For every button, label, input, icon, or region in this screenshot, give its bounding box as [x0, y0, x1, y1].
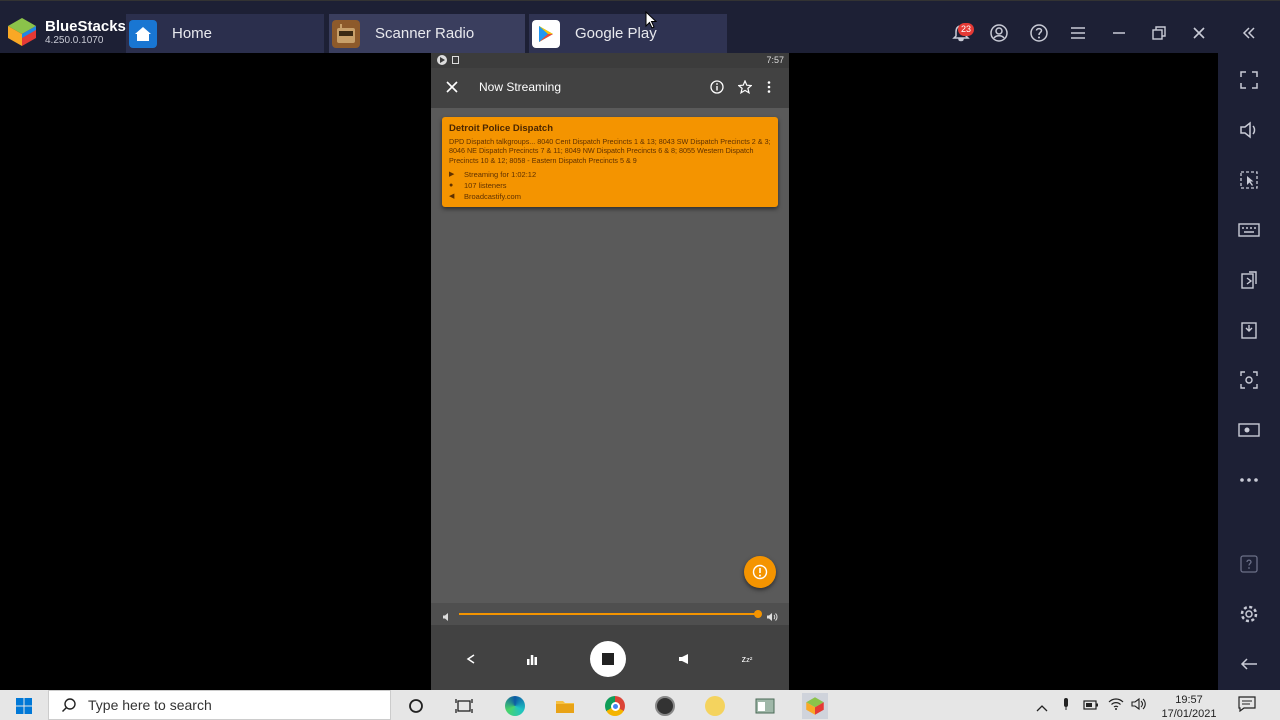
overflow-menu-icon[interactable]	[766, 80, 772, 99]
feed-description: DPD Dispatch talkgroups... 8040 Cent Dis…	[449, 137, 771, 165]
alert-icon	[752, 564, 768, 580]
google-play-icon	[532, 19, 560, 48]
page-title: Now Streaming	[479, 80, 562, 94]
tray-chevron-up-icon[interactable]	[1036, 699, 1048, 717]
screenshot-icon[interactable]	[1237, 368, 1261, 392]
star-favorite-icon[interactable]	[737, 79, 753, 99]
battery-icon[interactable]	[1083, 698, 1099, 716]
volume-slider-track[interactable]	[459, 610, 762, 618]
speaker-volume-icon[interactable]	[1131, 697, 1147, 716]
home-icon	[129, 19, 157, 48]
bluestacks-logo-icon	[6, 16, 38, 48]
tab-label: Scanner Radio	[375, 25, 475, 42]
cortana-icon[interactable]	[403, 693, 429, 719]
volume-slider-fill	[459, 613, 758, 615]
listeners-row: ● 107 listeners	[449, 181, 771, 190]
task-view-icon[interactable]	[451, 693, 477, 719]
speaker-icon: ◀	[449, 193, 455, 201]
streaming-duration-row: ▶ Streaming for 1:02:12	[449, 170, 771, 179]
taskbar-clock[interactable]: 19:57 17/01/2021	[1157, 694, 1221, 720]
player-controls: z z²	[431, 625, 789, 690]
app-face-icon[interactable]	[702, 693, 728, 719]
streaming-duration: Streaming for 1:02:12	[464, 169, 537, 179]
clock-date: 17/01/2021	[1161, 708, 1217, 720]
restore-icon[interactable]	[1147, 21, 1171, 45]
app-name: BlueStacks	[45, 18, 126, 35]
info-icon[interactable]	[710, 80, 724, 99]
now-streaming-card[interactable]: Detroit Police Dispatch DPD Dispatch tal…	[442, 117, 778, 207]
megaphone-icon[interactable]	[674, 649, 694, 669]
tab-label: Home	[172, 25, 213, 42]
window-app-icon[interactable]	[752, 693, 778, 719]
chrome-icon[interactable]	[602, 693, 628, 719]
volume-bar	[431, 603, 789, 625]
windows-taskbar: Type here to search 19:57 17/01/2021	[0, 690, 1280, 720]
windows-start-icon[interactable]	[11, 693, 37, 719]
search-placeholder: Type here to search	[88, 697, 212, 713]
search-icon	[61, 698, 76, 713]
bluestacks-topbar: BlueStacks 4.250.0.1070 Home Scanner Rad…	[0, 0, 1280, 53]
sleep-timer-icon[interactable]: z z²	[737, 649, 757, 669]
scanner-radio-icon	[332, 19, 360, 48]
feed-title: Detroit Police Dispatch	[449, 123, 553, 134]
taskbar-search-input[interactable]: Type here to search	[48, 690, 391, 720]
app-version: 4.250.0.1070	[45, 35, 104, 46]
stop-icon	[602, 653, 614, 665]
clock-time: 19:57	[1175, 694, 1203, 706]
share-icon[interactable]	[461, 649, 481, 669]
apk-icon[interactable]	[1237, 318, 1261, 342]
back-arrow-icon[interactable]	[1237, 652, 1261, 676]
menu-icon[interactable]	[1066, 21, 1090, 45]
close-icon[interactable]	[445, 80, 459, 99]
equalizer-icon[interactable]	[522, 649, 542, 669]
pointer-select-icon[interactable]	[1237, 168, 1261, 192]
microphone-icon[interactable]	[1061, 697, 1071, 716]
android-status-bar: 7:57	[431, 53, 789, 68]
tab-home[interactable]: Home	[126, 14, 324, 53]
collapse-sidebar-icon[interactable]	[1237, 21, 1261, 45]
settings-gear-icon[interactable]	[1237, 602, 1261, 626]
record-video-icon[interactable]	[1237, 418, 1261, 442]
report-alert-button[interactable]	[744, 556, 776, 588]
wifi-icon[interactable]	[1108, 697, 1124, 716]
tab-scanner-radio[interactable]: Scanner Radio	[329, 14, 525, 53]
android-screen: 7:57 Now Streaming Detroit Police Dispat…	[431, 53, 789, 690]
install-apk-icon[interactable]	[1237, 268, 1261, 292]
file-explorer-icon[interactable]	[552, 693, 578, 719]
edge-browser-icon[interactable]	[502, 693, 528, 719]
listeners-count: 107 listeners	[464, 180, 507, 190]
fullscreen-icon[interactable]	[1237, 68, 1261, 92]
action-center-icon[interactable]	[1238, 696, 1256, 717]
mouse-cursor-icon	[645, 10, 658, 34]
account-icon[interactable]	[987, 21, 1011, 45]
status-time: 7:57	[766, 55, 784, 65]
more-options-icon[interactable]	[1237, 468, 1261, 492]
volume-slider-thumb[interactable]	[753, 610, 762, 618]
help-icon[interactable]	[1027, 21, 1051, 45]
play-status-icon	[437, 55, 447, 65]
obs-icon[interactable]	[652, 693, 678, 719]
app-toolbar: Now Streaming	[431, 68, 789, 108]
minimize-icon[interactable]	[1107, 21, 1131, 45]
volume-icon[interactable]	[1237, 118, 1261, 142]
source-row: ◀ Broadcastify.com	[449, 192, 771, 201]
close-icon[interactable]	[1187, 21, 1211, 45]
sd-card-icon	[452, 56, 459, 64]
stop-button[interactable]	[590, 641, 626, 677]
person-icon: ●	[449, 181, 454, 189]
notification-badge: 23	[958, 23, 975, 36]
play-icon: ▶	[449, 171, 455, 179]
help-question-icon[interactable]	[1237, 552, 1261, 576]
bluestacks-taskbar-icon[interactable]	[802, 693, 828, 719]
feed-source: Broadcastify.com	[464, 191, 521, 201]
tab-google-play[interactable]: Google Play	[529, 14, 727, 53]
keyboard-icon[interactable]	[1237, 218, 1261, 242]
